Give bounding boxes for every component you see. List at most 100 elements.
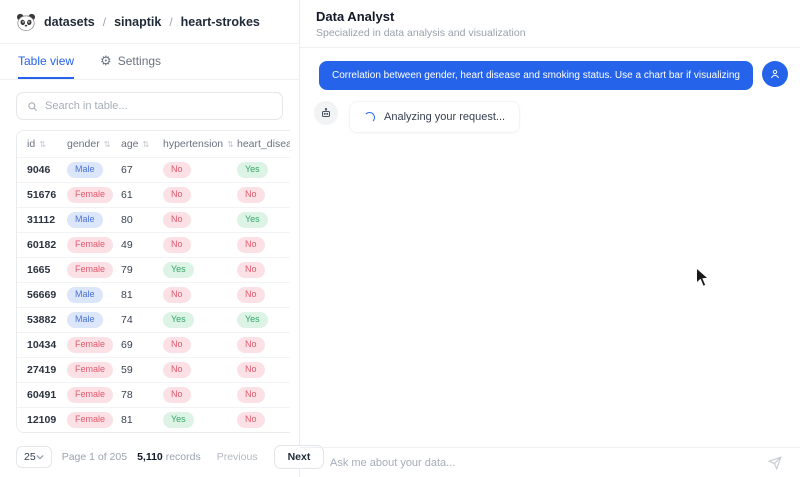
table-row[interactable]: 31112 Male 80 No Yes — [17, 207, 290, 232]
hypertension-badge: No — [163, 187, 191, 203]
tab-settings-label: Settings — [117, 53, 162, 68]
breadcrumb-separator: / — [169, 14, 173, 29]
cell-id: 1665 — [27, 264, 51, 276]
records-count: 5,110 records — [137, 451, 201, 463]
cell-id: 10434 — [27, 339, 57, 351]
chat-header: Data Analyst Specialized in data analysi… — [300, 0, 800, 48]
table-row[interactable]: 60491 Female 78 No No — [17, 382, 290, 407]
table-row[interactable]: 12109 Female 81 Yes No — [17, 407, 290, 432]
cell-age: 74 — [121, 314, 133, 326]
search-input[interactable] — [45, 100, 272, 112]
hypertension-badge: No — [163, 337, 191, 353]
cell-id: 60491 — [27, 389, 57, 401]
gender-badge: Female — [67, 187, 114, 203]
table-row[interactable]: 60182 Female 49 No No — [17, 232, 290, 257]
table-row[interactable]: 10434 Female 69 No No — [17, 332, 290, 357]
table-row[interactable]: 27419 Female 59 No No — [17, 357, 290, 382]
tab-settings[interactable]: ⚙ Settings — [100, 44, 161, 79]
hypertension-badge: Yes — [163, 262, 194, 278]
table-row[interactable]: 51676 Female 61 No No — [17, 182, 290, 207]
column-header-gender[interactable]: gender ⇅ — [67, 138, 121, 150]
robot-icon — [320, 107, 332, 119]
gender-badge: Male — [67, 212, 103, 228]
table-header-row: id ⇅ gender ⇅ age ⇅ hypertension ⇅ heart_dis… — [17, 131, 290, 157]
heart-disease-badge: No — [237, 362, 265, 378]
column-header-age[interactable]: age ⇅ — [121, 138, 163, 150]
gender-badge: Female — [67, 262, 114, 278]
spinner-icon — [364, 111, 375, 123]
cell-id: 9046 — [27, 164, 51, 176]
sort-icon: ⇅ — [227, 139, 234, 149]
sort-icon: ⇅ — [39, 139, 46, 149]
chat-input[interactable] — [330, 456, 758, 469]
user-avatar — [762, 61, 788, 87]
gender-badge: Female — [67, 337, 114, 353]
sort-icon: ⇅ — [142, 139, 150, 149]
breadcrumb-item-sinaptik[interactable]: sinaptik — [114, 15, 161, 29]
tab-table-view[interactable]: Table view — [18, 44, 75, 79]
column-header-id[interactable]: id ⇅ — [17, 138, 67, 150]
search-area — [0, 80, 299, 130]
app: datasets / sinaptik / heart-strokes Tabl… — [0, 0, 800, 477]
column-header-heart-disease[interactable]: heart_disease⇅ — [237, 138, 290, 150]
chevron-down-icon — [36, 454, 44, 460]
heart-disease-badge: No — [237, 337, 265, 353]
search-icon — [27, 101, 38, 112]
cell-age: 67 — [121, 164, 133, 176]
chat-panel: Data Analyst Specialized in data analysi… — [300, 0, 800, 477]
assistant-status-row: Analyzing your request... — [312, 101, 788, 133]
user-message: Correlation between gender, heart diseas… — [318, 61, 753, 90]
cell-age: 81 — [121, 289, 133, 301]
heart-disease-badge: Yes — [237, 312, 268, 328]
cell-id: 60182 — [27, 239, 57, 251]
table-row[interactable]: 53882 Male 74 Yes Yes — [17, 307, 290, 332]
gender-badge: Female — [67, 412, 114, 428]
gender-badge: Female — [67, 387, 114, 403]
hypertension-badge: No — [163, 212, 191, 228]
send-button[interactable] — [768, 455, 782, 470]
heart-disease-badge: No — [237, 287, 265, 303]
column-header-hypertension[interactable]: hypertension ⇅ — [163, 138, 237, 150]
search-box — [16, 92, 283, 120]
hypertension-badge: No — [163, 362, 191, 378]
tab-bar: Table view ⚙ Settings — [0, 44, 299, 80]
user-message-row: Correlation between gender, heart diseas… — [312, 61, 788, 90]
pagination: 25 Page 1 of 205 5,110 records Previous … — [0, 438, 325, 477]
heart-disease-badge: No — [237, 387, 265, 403]
heart-disease-badge: Yes — [237, 212, 268, 228]
gender-badge: Female — [67, 237, 114, 253]
breadcrumb: datasets / sinaptik / heart-strokes — [0, 0, 299, 44]
cell-id: 53882 — [27, 314, 57, 326]
cell-id: 56669 — [27, 289, 57, 301]
table-row[interactable]: 56669 Male 81 No No — [17, 282, 290, 307]
cell-age: 49 — [121, 239, 133, 251]
data-table: id ⇅ gender ⇅ age ⇅ hypertension ⇅ heart_dis… — [16, 130, 290, 433]
gender-badge: Male — [67, 312, 103, 328]
status-card: Analyzing your request... — [349, 101, 521, 133]
cell-id: 12109 — [27, 414, 57, 426]
page-size-select[interactable]: 25 — [16, 446, 52, 468]
cell-age: 79 — [121, 264, 133, 276]
heart-disease-badge: No — [237, 412, 265, 428]
page-info: Page 1 of 205 — [61, 451, 128, 463]
breadcrumb-item-datasets[interactable]: datasets — [44, 15, 95, 29]
hypertension-badge: No — [163, 237, 191, 253]
cell-age: 78 — [121, 389, 133, 401]
assistant-subtitle: Specialized in data analysis and visuali… — [316, 27, 526, 39]
breadcrumb-item-heart-strokes[interactable]: heart-strokes — [181, 15, 260, 29]
cell-age: 80 — [121, 214, 133, 226]
heart-disease-badge: No — [237, 262, 265, 278]
breadcrumb-separator: / — [102, 14, 107, 29]
chat-input-bar — [300, 447, 800, 477]
table-row[interactable]: 1665 Female 79 Yes No — [17, 257, 290, 282]
hypertension-badge: No — [163, 162, 191, 178]
tab-table-view-label: Table view — [18, 53, 75, 68]
panda-logo-icon[interactable] — [16, 13, 36, 31]
page-size-value: 25 — [24, 451, 36, 463]
sort-icon: ⇅ — [103, 139, 111, 149]
heart-disease-badge: No — [237, 237, 265, 253]
previous-button[interactable]: Previous — [211, 447, 264, 467]
table-row[interactable]: 9046 Male 67 No Yes — [17, 157, 290, 182]
cell-id: 31112 — [27, 214, 56, 226]
gender-badge: Male — [67, 287, 103, 303]
